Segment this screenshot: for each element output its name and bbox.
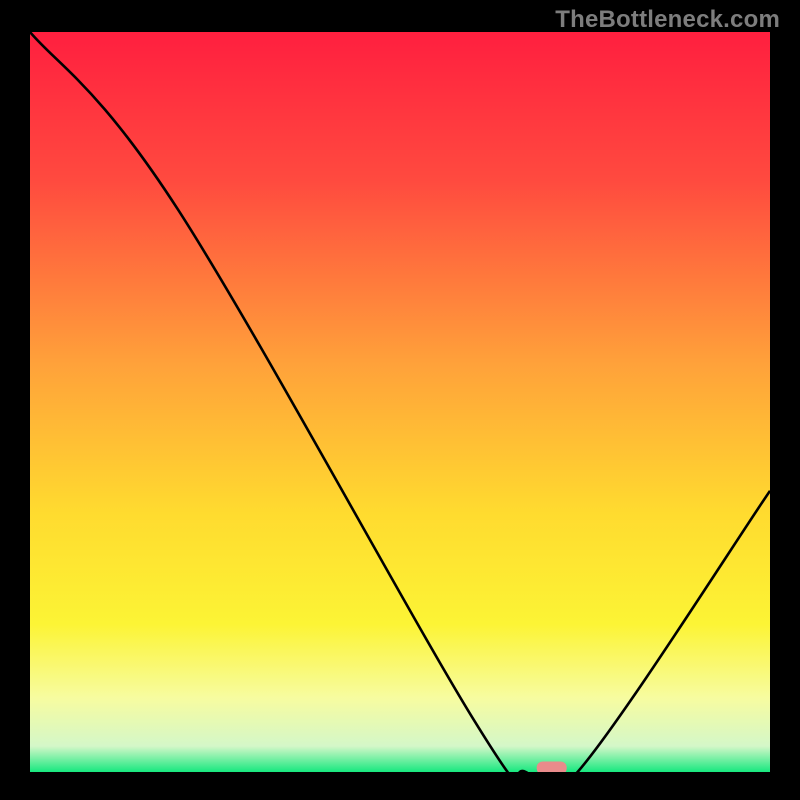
chart-frame: TheBottleneck.com xyxy=(0,0,800,800)
bottleneck-chart xyxy=(0,0,800,800)
optimum-marker xyxy=(537,762,567,775)
